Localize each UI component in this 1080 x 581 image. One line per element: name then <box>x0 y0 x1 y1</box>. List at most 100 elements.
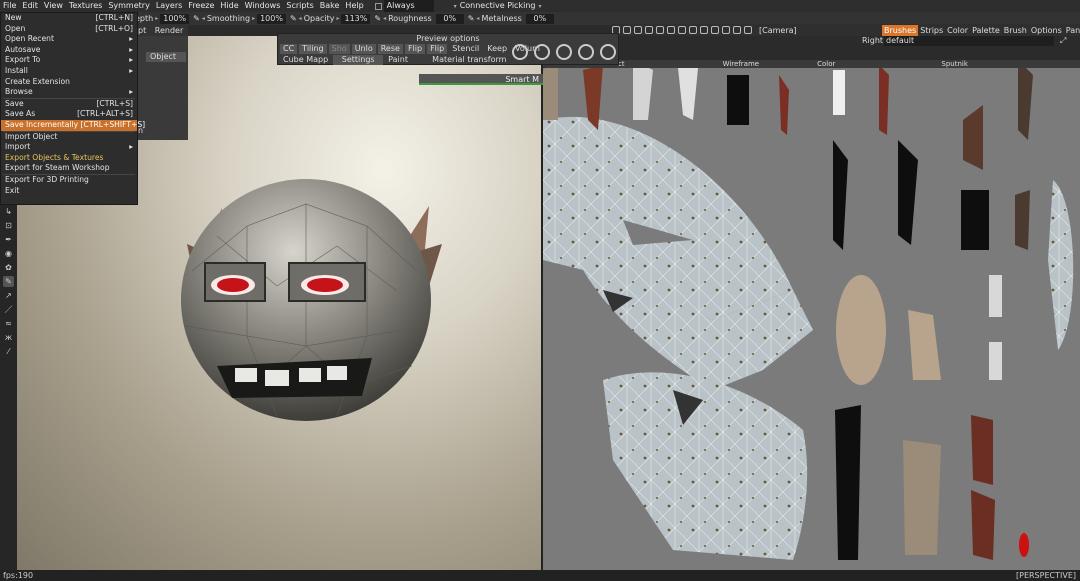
symmetry-icon[interactable] <box>711 26 719 34</box>
knife-tool-icon[interactable]: ／ <box>3 304 14 315</box>
tab-strips[interactable]: Strips <box>918 25 945 36</box>
roughness-field[interactable]: 0% <box>435 13 464 24</box>
arrow-left-icon[interactable]: ◂ <box>202 15 205 22</box>
menu-file[interactable]: File <box>0 0 19 12</box>
menu-layers[interactable]: Layers <box>153 0 185 12</box>
menu-symmetry[interactable]: Symmetry <box>105 0 152 12</box>
metalness-field[interactable]: 0% <box>525 13 554 24</box>
show-toggle[interactable]: Sho <box>328 44 350 54</box>
menu-item-export-to[interactable]: Export To ▸ <box>1 55 137 66</box>
axis-icon[interactable] <box>667 26 675 34</box>
tiling-toggle[interactable]: Tiling <box>299 44 327 54</box>
arrow-left-icon[interactable]: ◂ <box>383 15 386 22</box>
object-label[interactable]: Object <box>146 52 186 62</box>
flip-x-button[interactable]: Flip <box>404 44 426 54</box>
tab-panel[interactable]: Panel <box>1064 25 1080 36</box>
arrow-right-icon[interactable]: ▸ <box>155 15 158 22</box>
default-preset[interactable]: default <box>884 36 1054 46</box>
tab-color[interactable]: Color <box>945 25 970 36</box>
menu-textures[interactable]: Textures <box>66 0 105 12</box>
tab-brushes[interactable]: Brushes <box>882 25 919 36</box>
connective-picking[interactable]: Connective Picking <box>457 0 539 12</box>
grid-icon[interactable] <box>656 26 664 34</box>
pipette-tool-icon[interactable]: ⁄ <box>3 346 14 357</box>
smoothing-field[interactable]: 100% <box>257 13 286 24</box>
zoom-icon[interactable] <box>556 44 572 60</box>
menu-help[interactable]: Help <box>342 0 366 12</box>
menu-item-save[interactable]: Save [CTRL+S] <box>1 99 137 110</box>
menu-item-open-recent[interactable]: Open Recent ▸ <box>1 34 137 45</box>
cc-toggle[interactable]: CC <box>280 44 298 54</box>
menu-item-export-steam[interactable]: Export for Steam Workshop <box>1 163 137 174</box>
menu-item-export-3d-printing[interactable]: Export For 3D Printing <box>1 175 137 186</box>
rotate-icon[interactable] <box>512 44 528 60</box>
menu-freeze[interactable]: Freeze <box>185 0 217 12</box>
menu-item-import[interactable]: Import ▸ <box>1 142 137 153</box>
menu-bake[interactable]: Bake <box>317 0 343 12</box>
script-label[interactable]: pt <box>138 26 146 35</box>
cube-icon[interactable] <box>623 26 631 34</box>
menu-item-new[interactable]: New [CTRL+N] <box>1 13 137 24</box>
tab-options[interactable]: Options <box>1029 25 1064 36</box>
menu-item-install[interactable]: Install ▸ <box>1 66 137 77</box>
move-icon[interactable] <box>534 44 550 60</box>
screen-icon[interactable] <box>744 26 752 34</box>
smart-materials-bar[interactable]: Smart M <box>419 74 543 85</box>
frame-icon[interactable] <box>689 26 697 34</box>
material-transform-dropdown[interactable]: Material transform <box>429 55 509 65</box>
smear-tool-icon[interactable]: ≈ <box>3 318 14 329</box>
settings-button[interactable]: Settings <box>333 55 384 65</box>
camera-icon[interactable] <box>678 26 686 34</box>
menu-hide[interactable]: Hide <box>217 0 241 12</box>
menu-edit[interactable]: Edit <box>19 0 41 12</box>
scale-icon[interactable] <box>600 44 616 60</box>
move-tool-icon[interactable]: ↳ <box>3 206 14 217</box>
tab-palette[interactable]: Palette <box>970 25 1002 36</box>
always-checkbox[interactable] <box>374 2 382 10</box>
menu-scripts[interactable]: Scripts <box>283 0 316 12</box>
menu-windows[interactable]: Windows <box>242 0 284 12</box>
menu-item-browse[interactable]: Browse ▸ <box>1 87 137 98</box>
uv-sputnik-dropdown[interactable]: Sputnik <box>938 60 971 68</box>
pan-icon[interactable] <box>578 44 594 60</box>
eye-tool-icon[interactable]: ◉ <box>3 248 14 259</box>
pen-tool-icon[interactable]: ✒ <box>3 234 14 245</box>
tab-brush[interactable]: Brush <box>1002 25 1029 36</box>
uv-color-toggle[interactable]: Color <box>814 60 838 68</box>
paint-dropdown[interactable]: Paint <box>385 55 427 65</box>
uv-wireframe-toggle[interactable]: Wireframe <box>720 60 763 68</box>
stencil-toggle[interactable]: Stencil <box>449 44 482 54</box>
menu-item-exit[interactable]: Exit <box>1 186 137 197</box>
menu-item-save-as[interactable]: Save As [CTRL+ALT+S] <box>1 109 137 120</box>
menu-item-save-incrementally[interactable]: Save Incrementally [CTRL+SHIFT+S] <box>1 119 145 131</box>
menu-item-create-extension[interactable]: Create Extension <box>1 77 137 88</box>
pick-tool-icon[interactable]: ↗ <box>3 290 14 301</box>
cylinder-icon[interactable] <box>634 26 642 34</box>
menu-view[interactable]: View <box>41 0 66 12</box>
flip-y-button[interactable]: Flip <box>427 44 448 54</box>
flower-tool-icon[interactable]: ✿ <box>3 262 14 273</box>
arrow-right-icon[interactable]: ▸ <box>336 15 339 22</box>
select-tool-icon[interactable]: ⊡ <box>3 220 14 231</box>
unlock-button[interactable]: Unlo <box>351 44 376 54</box>
butterfly-tool-icon[interactable]: ж <box>3 332 14 343</box>
picture-icon[interactable] <box>733 26 741 34</box>
depth-field[interactable]: 100% <box>160 13 190 24</box>
wire-icon[interactable] <box>722 26 730 34</box>
uv-viewport[interactable] <box>543 60 1080 570</box>
always-label[interactable]: Always <box>383 0 434 12</box>
cube-mapping-dropdown[interactable]: Cube Mapp <box>280 55 331 65</box>
brush-tool-icon[interactable]: ✎ <box>3 276 14 287</box>
arrow-left-icon[interactable]: ◂ <box>476 15 479 22</box>
keep-toggle[interactable]: Keep <box>484 44 510 54</box>
menu-item-autosave[interactable]: Autosave ▸ <box>1 45 137 56</box>
arrow-right-icon[interactable]: ▸ <box>252 15 255 22</box>
arrow-left-icon[interactable]: ◂ <box>299 15 302 22</box>
light-icon[interactable] <box>645 26 653 34</box>
mesh-icon[interactable] <box>700 26 708 34</box>
opacity-field[interactable]: 113% <box>341 13 371 24</box>
menu-item-export-objects-textures[interactable]: Export Objects & Textures <box>1 153 137 164</box>
menu-item-import-object[interactable]: Import Object <box>1 132 137 143</box>
menu-item-open[interactable]: Open [CTRL+O] <box>1 24 137 35</box>
reset-button[interactable]: Rese <box>377 44 403 54</box>
